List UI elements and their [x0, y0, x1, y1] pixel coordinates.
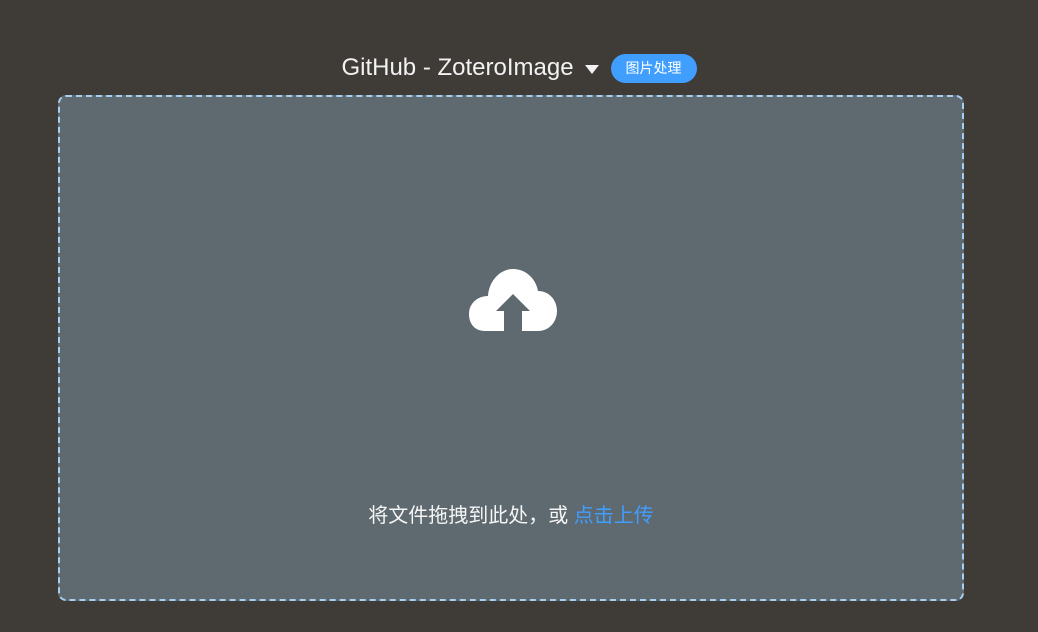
upload-header: GitHub - ZoteroImage 图片处理 [0, 52, 1038, 84]
drag-prompt-text: 将文件拖拽到此处，或 [368, 505, 574, 527]
caret-down-icon [584, 64, 599, 74]
picbed-selector[interactable]: GitHub - ZoteroImage [341, 54, 599, 82]
cloud-upload-icon [469, 269, 557, 331]
picbed-name: GitHub - ZoteroImage [341, 54, 574, 81]
upload-dropzone[interactable]: 将文件拖拽到此处，或 点击上传 [58, 95, 964, 601]
image-process-button[interactable]: 图片处理 [610, 53, 697, 83]
upload-instructions: 将文件拖拽到此处，或 点击上传 [60, 499, 962, 528]
click-upload-link[interactable]: 点击上传 [574, 505, 654, 527]
